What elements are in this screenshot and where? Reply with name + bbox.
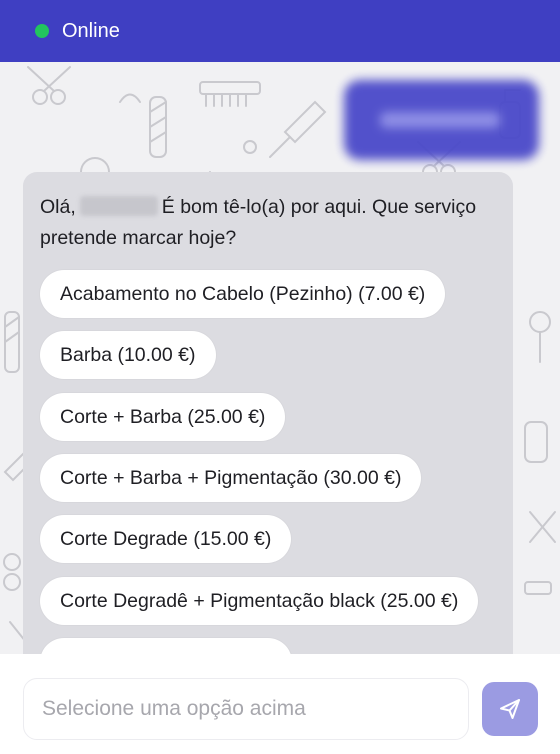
option-corte-barba-pigmentacao[interactable]: Corte + Barba + Pigmentação (30.00 €) xyxy=(40,454,422,502)
send-button[interactable] xyxy=(482,682,538,736)
chat-header: Online xyxy=(0,0,560,62)
outgoing-message-bubble xyxy=(344,80,539,160)
online-status-dot xyxy=(35,24,49,38)
option-barba[interactable]: Barba (10.00 €) xyxy=(40,331,216,379)
message-composer xyxy=(0,654,560,754)
status-text: Online xyxy=(62,19,120,42)
option-partially-visible[interactable] xyxy=(40,638,292,654)
option-acabamento[interactable]: Acabamento no Cabelo (Pezinho) (7.00 €) xyxy=(40,270,446,318)
send-icon xyxy=(500,699,520,719)
message-input[interactable] xyxy=(23,678,469,740)
redacted-user-name xyxy=(79,196,158,216)
greeting-prefix: Olá, xyxy=(40,196,76,218)
bot-greeting-text: Olá, É bom tê-lo(a) por aqui. Que serviço… xyxy=(40,192,500,254)
option-corte-barba[interactable]: Corte + Barba (25.00 €) xyxy=(40,393,286,441)
redacted-message-text xyxy=(380,112,500,128)
option-corte-degrade-pigmentacao-black[interactable]: Corte Degradê + Pigmentação black (25.00… xyxy=(40,577,479,625)
option-corte-degrade[interactable]: Corte Degrade (15.00 €) xyxy=(40,515,292,563)
bot-message-bubble: Olá, É bom tê-lo(a) por aqui. Que serviço… xyxy=(23,172,513,654)
chat-area[interactable]: Olá, É bom tê-lo(a) por aqui. Que serviço… xyxy=(0,62,560,654)
